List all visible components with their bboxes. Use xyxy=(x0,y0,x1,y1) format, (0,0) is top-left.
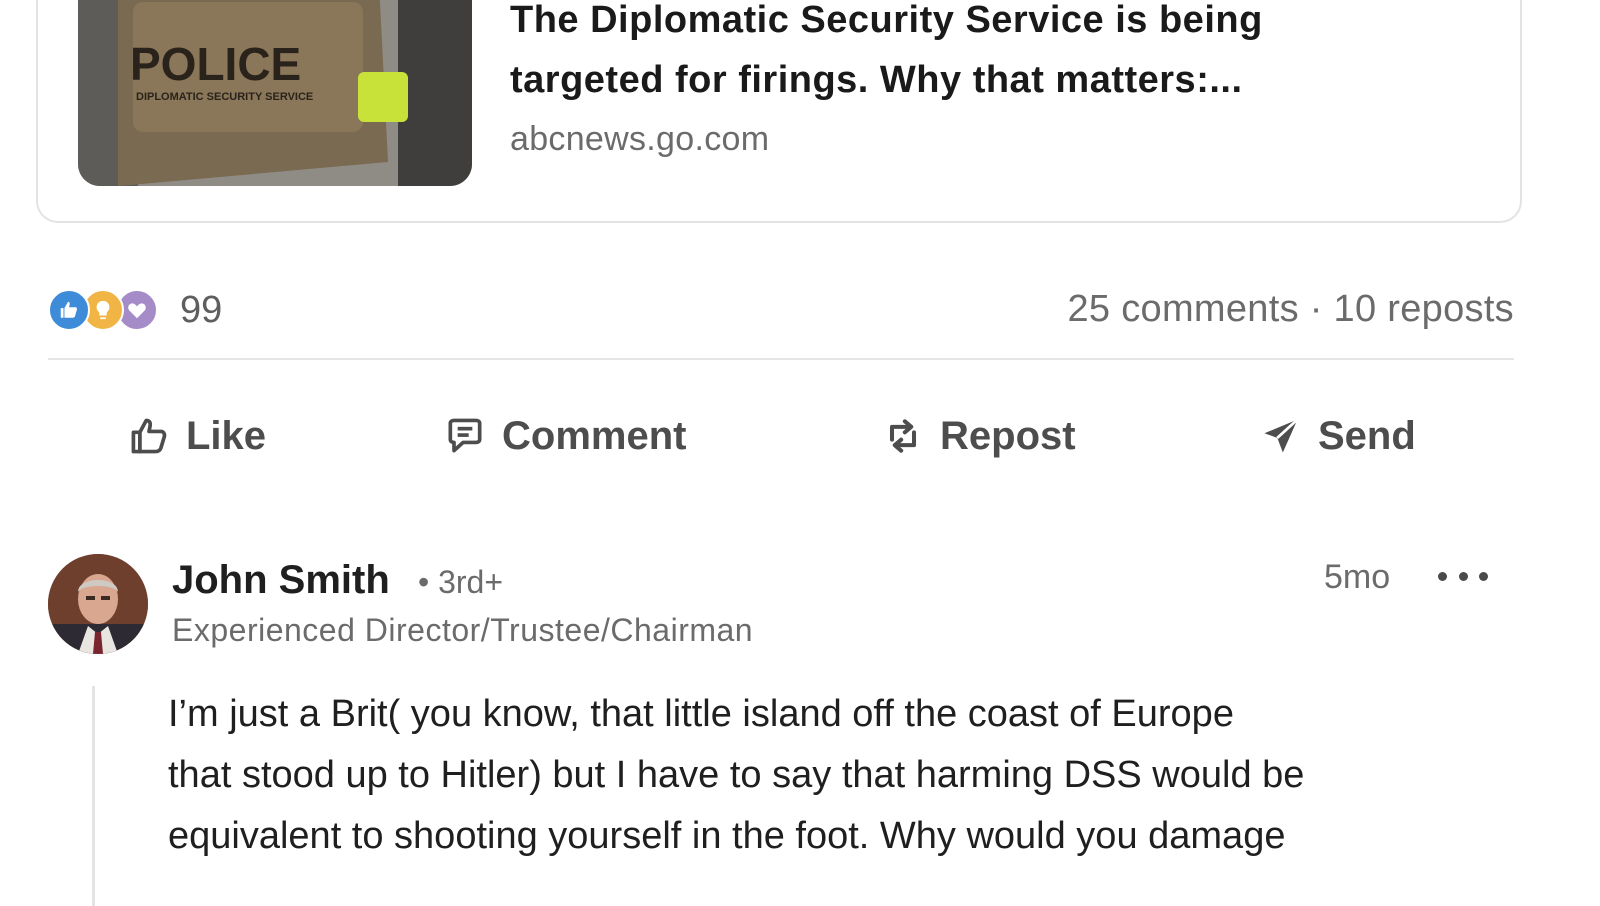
social-counts-bar: 99 25 comments · 10 reposts xyxy=(48,280,1514,340)
comment-text-line: equivalent to shooting yourself in the f… xyxy=(168,815,1286,857)
vest-subtext: DIPLOMATIC SECURITY SERVICE xyxy=(136,91,313,103)
divider xyxy=(48,358,1514,360)
thumbs-up-icon xyxy=(126,413,172,459)
send-button[interactable]: Send xyxy=(1258,406,1416,466)
like-icon xyxy=(48,289,90,331)
repost-button[interactable]: Repost xyxy=(880,406,1076,466)
comment-timestamp: 5mo xyxy=(1324,558,1391,596)
article-title-line: The Diplomatic Security Service is being xyxy=(510,0,1263,41)
comment-label: Comment xyxy=(502,413,687,458)
article-title[interactable]: The Diplomatic Security Service is being… xyxy=(510,0,1490,110)
send-icon xyxy=(1258,413,1304,459)
avatar[interactable] xyxy=(48,554,148,654)
comments-reposts-count[interactable]: 25 comments · 10 reposts xyxy=(1067,288,1514,331)
like-button[interactable]: Like xyxy=(126,406,266,466)
comment-text-line: that stood up to Hitler) but I have to s… xyxy=(168,754,1305,796)
repost-icon xyxy=(880,413,926,459)
like-label: Like xyxy=(186,413,267,458)
repost-label: Repost xyxy=(940,413,1076,458)
article-title-line: targeted for firings. Why that matters:.… xyxy=(510,59,1243,101)
reactions-summary[interactable]: 99 xyxy=(48,286,222,334)
comment-text: I’m just a Brit( you know, that little i… xyxy=(168,684,1568,867)
article-source: abcnews.go.com xyxy=(510,120,770,158)
send-label: Send xyxy=(1318,413,1416,458)
article-link-card[interactable]: POLICE DIPLOMATIC SECURITY SERVICE The D… xyxy=(36,0,1522,223)
connection-degree: • 3rd+ xyxy=(418,564,504,600)
vest-police-text: POLICE xyxy=(130,38,301,90)
comment-item: John Smith • 3rd+ Experienced Director/T… xyxy=(0,540,1600,906)
thread-line xyxy=(92,686,95,906)
article-thumbnail[interactable]: POLICE DIPLOMATIC SECURITY SERVICE xyxy=(78,0,472,186)
comment-button[interactable]: Comment xyxy=(442,406,686,466)
reaction-count: 99 xyxy=(180,288,223,331)
commenter-headline: Experienced Director/Trustee/Chairman xyxy=(172,612,754,648)
commenter-name[interactable]: John Smith xyxy=(172,558,390,603)
comment-icon xyxy=(442,413,488,459)
more-options-icon[interactable] xyxy=(1438,558,1488,594)
comment-text-line: I’m just a Brit( you know, that little i… xyxy=(168,693,1234,735)
